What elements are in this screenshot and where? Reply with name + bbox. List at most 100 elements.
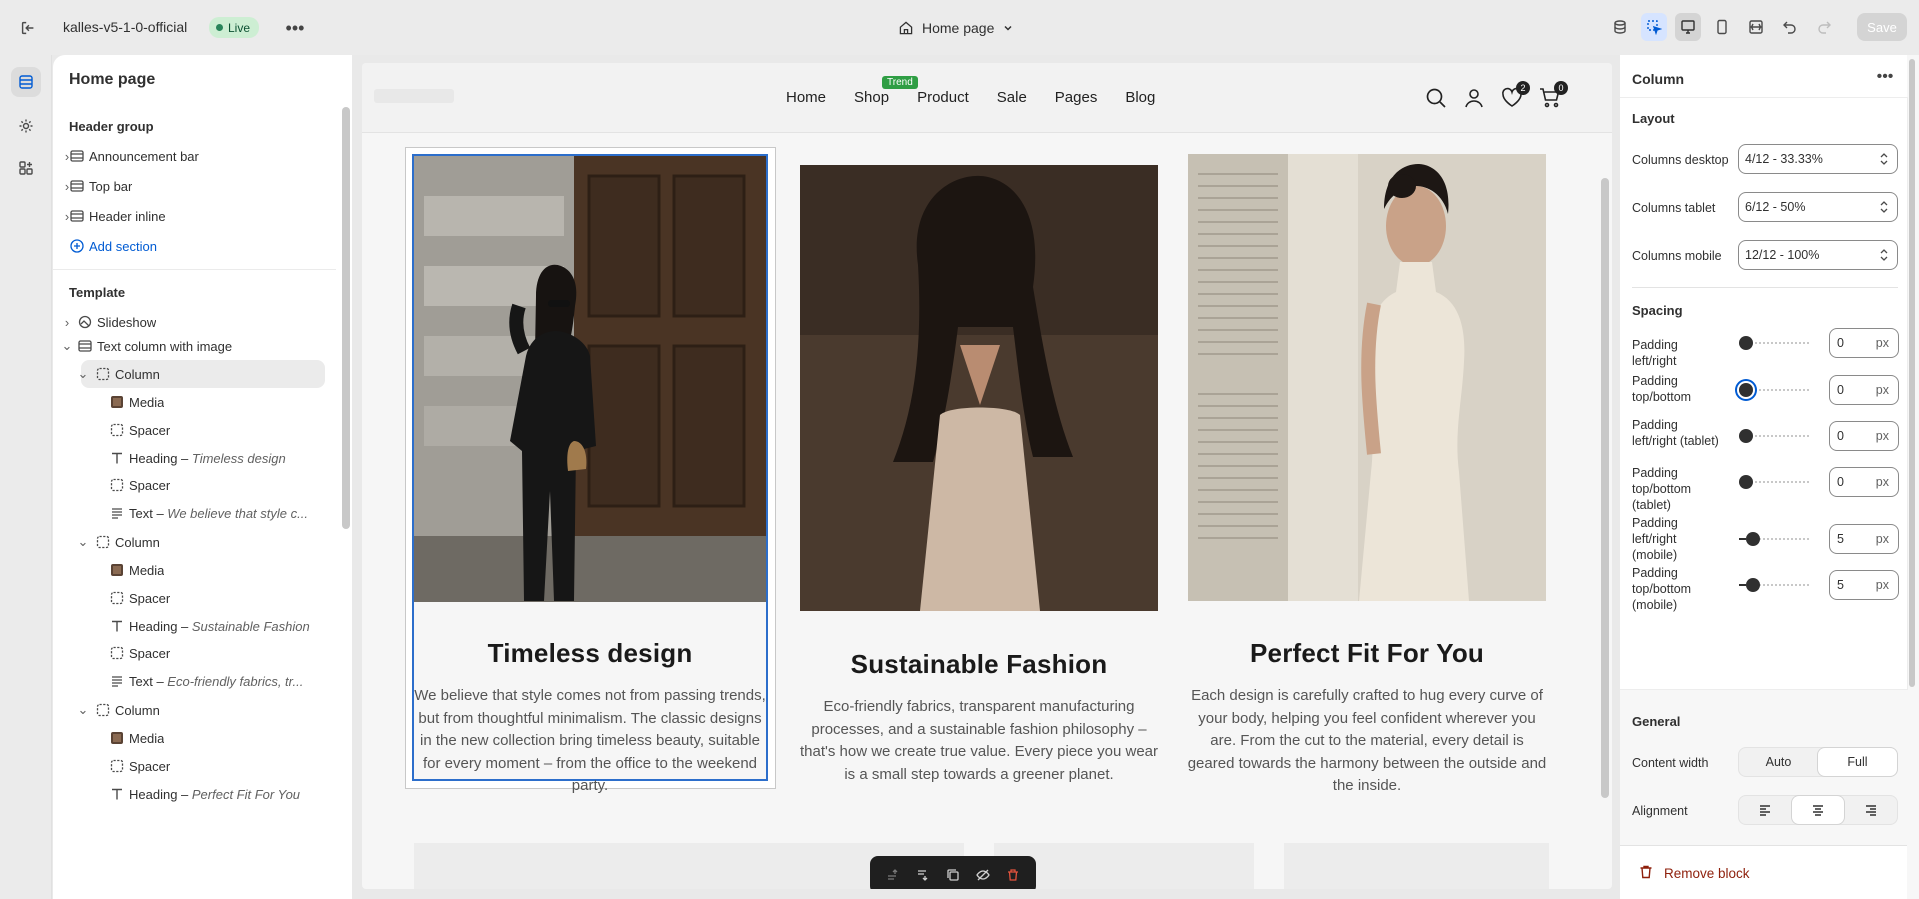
tree-item-top-bar[interactable]: › Top bar bbox=[53, 171, 335, 201]
redo-icon[interactable] bbox=[1811, 13, 1837, 41]
align-right-icon[interactable] bbox=[1844, 796, 1897, 824]
column-1-heading[interactable]: Timeless design bbox=[414, 638, 766, 669]
content-width-auto[interactable]: Auto bbox=[1739, 748, 1818, 776]
column-3-text[interactable]: Each design is carefully crafted to hug … bbox=[1185, 685, 1549, 798]
column-3-image[interactable] bbox=[1188, 154, 1546, 601]
tree-item-text[interactable]: Text – Eco-friendly fabrics, tr... bbox=[53, 666, 335, 696]
full-width-view-icon[interactable] bbox=[1743, 13, 1769, 41]
move-up-icon[interactable] bbox=[881, 863, 905, 887]
tree-item-media[interactable]: Media bbox=[53, 723, 335, 753]
page-selector[interactable]: Home page bbox=[898, 16, 1014, 40]
columns-mobile-select[interactable]: 12/12 - 100% bbox=[1738, 240, 1898, 270]
tree-item-column[interactable]: ⌄ Column bbox=[53, 695, 335, 725]
undo-icon[interactable] bbox=[1777, 13, 1803, 41]
tree-item-preview: Sustainable Fashion bbox=[191, 619, 310, 634]
slider-handle[interactable] bbox=[1746, 532, 1760, 546]
column-2-image[interactable] bbox=[800, 165, 1158, 611]
padding-slider[interactable] bbox=[1739, 474, 1809, 490]
padding-slider[interactable] bbox=[1739, 577, 1809, 593]
settings-scrollbar[interactable] bbox=[1908, 55, 1916, 899]
content-width-full[interactable]: Full bbox=[1818, 748, 1897, 776]
chevron-down-icon[interactable]: ⌄ bbox=[77, 534, 89, 549]
tree-item-spacer[interactable]: Spacer bbox=[53, 583, 335, 613]
more-actions-icon[interactable]: ••• bbox=[283, 16, 307, 40]
columns-desktop-select[interactable]: 4/12 - 33.33% bbox=[1738, 144, 1898, 174]
nav-home[interactable]: Home bbox=[786, 89, 826, 106]
tree-item-text-column-with-image[interactable]: ⌄ Text column with image bbox=[53, 331, 335, 361]
padding-slider[interactable] bbox=[1739, 428, 1809, 444]
column-2-text[interactable]: Eco-friendly fabrics, transparent manufa… bbox=[798, 696, 1160, 786]
columns-tablet-select[interactable]: 6/12 - 50% bbox=[1738, 192, 1898, 222]
apps-icon[interactable] bbox=[11, 153, 41, 183]
slider-handle[interactable] bbox=[1739, 336, 1753, 350]
column-1-text[interactable]: We believe that style comes not from pas… bbox=[414, 685, 766, 798]
padding-input[interactable]: 5 px bbox=[1829, 524, 1899, 554]
slider-handle[interactable] bbox=[1739, 475, 1753, 489]
tree-item-media[interactable]: Media bbox=[53, 387, 335, 417]
padding-slider[interactable] bbox=[1739, 335, 1809, 351]
delete-icon[interactable] bbox=[1001, 863, 1025, 887]
tree-item-heading[interactable]: Heading – Sustainable Fashion bbox=[53, 611, 335, 641]
padding-slider[interactable] bbox=[1739, 382, 1809, 398]
padding-input[interactable]: 5 px bbox=[1829, 570, 1899, 600]
align-center-icon[interactable] bbox=[1791, 796, 1845, 824]
preview-scrollbar[interactable] bbox=[1601, 178, 1609, 798]
tree-item-announcement-bar[interactable]: › Announcement bar bbox=[53, 141, 335, 171]
account-icon[interactable] bbox=[1463, 87, 1485, 109]
slider-handle[interactable] bbox=[1746, 578, 1760, 592]
nav-shop[interactable]: Trend Shop bbox=[854, 76, 918, 106]
tree-item-spacer[interactable]: Spacer bbox=[53, 470, 335, 500]
chevron-down-icon[interactable]: ⌄ bbox=[77, 702, 89, 717]
nav-sale[interactable]: Sale bbox=[997, 89, 1027, 106]
slider-handle[interactable] bbox=[1739, 429, 1753, 443]
chevron-down-icon[interactable]: ⌄ bbox=[61, 338, 73, 353]
chevron-right-icon[interactable]: › bbox=[61, 315, 73, 330]
scroll-thumb[interactable] bbox=[1909, 59, 1915, 687]
padding-input[interactable]: 0 px bbox=[1829, 467, 1899, 497]
theme-settings-icon[interactable] bbox=[11, 111, 41, 141]
tree-item-heading[interactable]: Heading – Perfect Fit For You bbox=[53, 779, 335, 809]
slider-handle[interactable] bbox=[1739, 383, 1753, 397]
padding-input[interactable]: 0 px bbox=[1829, 328, 1899, 358]
nav-product[interactable]: Product bbox=[917, 89, 969, 106]
tree-item-column[interactable]: ⌄ Column bbox=[53, 527, 335, 557]
tree-item-media[interactable]: Media bbox=[53, 555, 335, 585]
save-button[interactable]: Save bbox=[1857, 13, 1907, 41]
column-2-heading[interactable]: Sustainable Fashion bbox=[798, 649, 1160, 680]
tree-item-text[interactable]: Text – We believe that style c... bbox=[53, 498, 335, 528]
tree-item-column[interactable]: ⌄ Column bbox=[53, 359, 335, 389]
store-logo[interactable] bbox=[374, 89, 454, 103]
nav-pages[interactable]: Pages bbox=[1055, 89, 1098, 106]
database-icon[interactable] bbox=[1607, 13, 1633, 41]
tree-item-label: Heading – Timeless design bbox=[129, 451, 286, 466]
add-section-button[interactable]: Add section bbox=[53, 231, 335, 261]
tree-item-header-inline[interactable]: › Header inline bbox=[53, 201, 335, 231]
padding-slider[interactable] bbox=[1739, 531, 1809, 547]
align-left-icon[interactable] bbox=[1739, 796, 1792, 824]
tree-item-heading[interactable]: Heading – Timeless design bbox=[53, 443, 335, 473]
move-down-icon[interactable] bbox=[911, 863, 935, 887]
padding-input[interactable]: 0 px bbox=[1829, 375, 1899, 405]
search-icon[interactable] bbox=[1425, 87, 1447, 109]
more-actions-icon[interactable]: ••• bbox=[1875, 67, 1895, 87]
chevron-down-icon[interactable]: ⌄ bbox=[77, 366, 89, 381]
column-1-image[interactable] bbox=[414, 156, 766, 602]
cart-icon[interactable]: 0 bbox=[1539, 81, 1568, 109]
wishlist-icon[interactable]: 2 bbox=[1501, 81, 1530, 109]
nav-blog[interactable]: Blog bbox=[1125, 89, 1155, 106]
tree-item-spacer[interactable]: Spacer bbox=[53, 415, 335, 445]
hide-icon[interactable] bbox=[971, 863, 995, 887]
tree-item-spacer[interactable]: Spacer bbox=[53, 751, 335, 781]
padding-input[interactable]: 0 px bbox=[1829, 421, 1899, 451]
tree-item-spacer[interactable]: Spacer bbox=[53, 638, 335, 668]
column-3-heading[interactable]: Perfect Fit For You bbox=[1185, 638, 1549, 669]
left-scrollbar[interactable] bbox=[342, 107, 350, 529]
tree-item-label: Column bbox=[115, 367, 160, 382]
inspector-icon[interactable] bbox=[1641, 13, 1667, 41]
mobile-view-icon[interactable] bbox=[1709, 13, 1735, 41]
remove-block-button[interactable]: Remove block bbox=[1620, 845, 1907, 899]
desktop-view-icon[interactable] bbox=[1675, 13, 1701, 41]
duplicate-icon[interactable] bbox=[941, 863, 965, 887]
exit-icon[interactable] bbox=[16, 16, 40, 40]
sections-icon[interactable] bbox=[11, 67, 41, 97]
